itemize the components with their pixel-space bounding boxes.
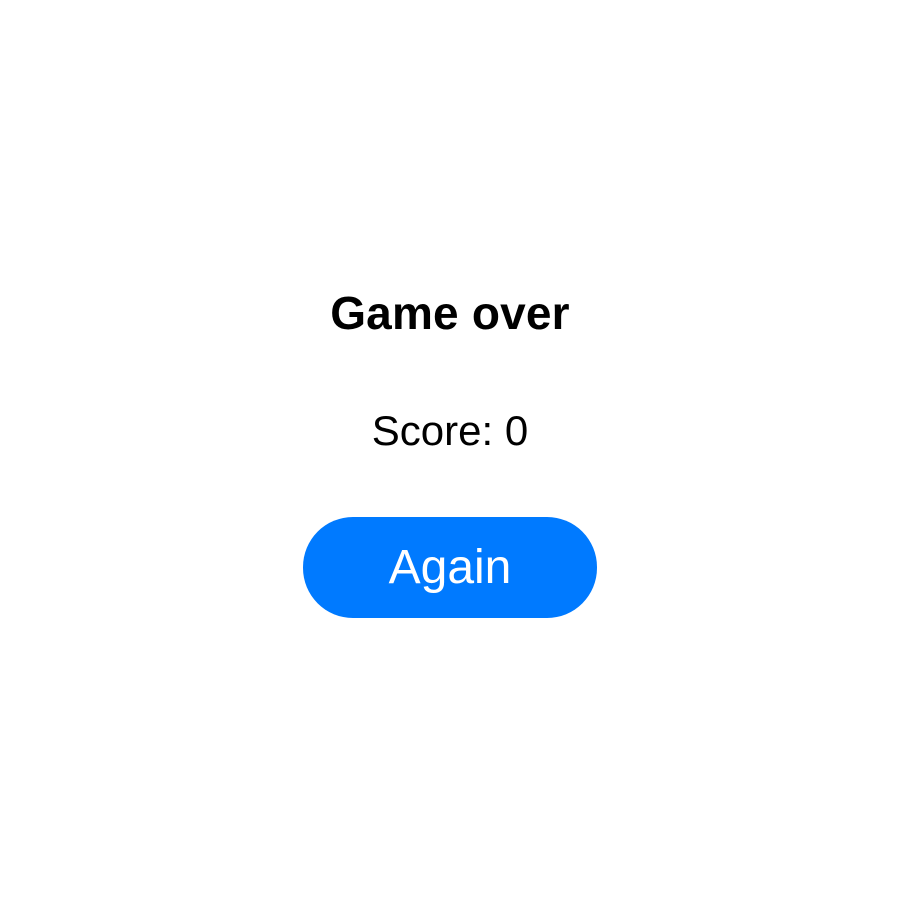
game-over-title: Game over [330, 287, 570, 339]
score-text: Score: 0 [371, 407, 529, 454]
game-over-screen: Game over Score: 0 Again [0, 0, 900, 900]
again-button[interactable]: Again [303, 517, 597, 618]
